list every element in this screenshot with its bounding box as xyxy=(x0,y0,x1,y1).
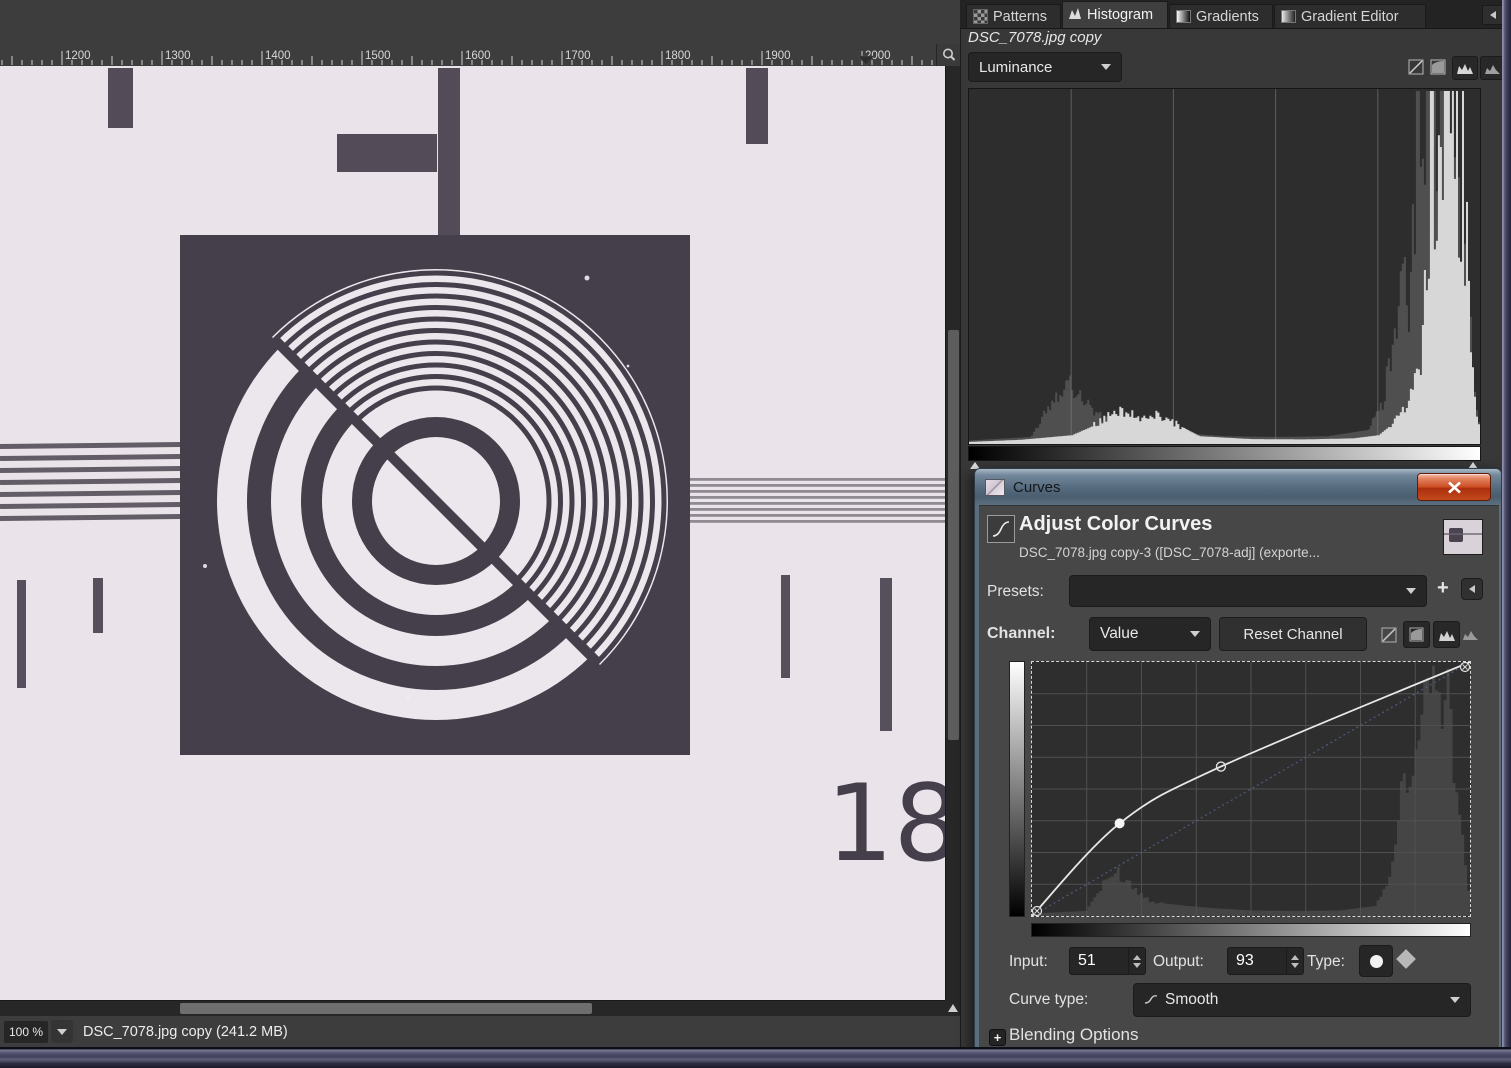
tab-patterns[interactable]: Patterns xyxy=(966,4,1061,28)
curves-dialog: Curves Adjust Color Curves DSC_7078.jpg … xyxy=(974,468,1502,1068)
menu-arrow-icon xyxy=(1469,585,1475,593)
histogram-icon xyxy=(1069,7,1082,24)
histogram-color-toggle-button[interactable] xyxy=(1480,56,1504,80)
zoom-level-field[interactable]: 100 % xyxy=(4,1021,48,1043)
navigation-preview-button[interactable] xyxy=(945,1000,960,1016)
tab-label: Gradient Editor xyxy=(1301,9,1399,25)
zoom-follow-window-button[interactable] xyxy=(936,44,961,67)
test-chart-image: 18 xyxy=(0,66,945,1000)
svg-text:1700: 1700 xyxy=(565,50,591,62)
histogram-toggle-button[interactable] xyxy=(1433,621,1460,648)
dock-menu-icon xyxy=(1490,11,1496,19)
curve-editor[interactable] xyxy=(1031,661,1471,917)
svg-text:1500: 1500 xyxy=(365,50,391,62)
preset-menu-button[interactable] xyxy=(1461,578,1483,600)
tab-label: Patterns xyxy=(993,9,1047,25)
logarithmic-histogram-button[interactable] xyxy=(1403,621,1430,648)
input-gradient-strip xyxy=(1031,923,1471,937)
horizontal-scrollbar-handle[interactable] xyxy=(180,1003,592,1014)
curve-type-label: Curve type: xyxy=(1009,991,1088,1009)
svg-text:1200: 1200 xyxy=(65,50,91,62)
channel-select-value: Luminance xyxy=(979,59,1052,76)
tab-gradient-editor[interactable]: Gradient Editor xyxy=(1274,4,1426,28)
add-preset-button[interactable] xyxy=(1437,581,1449,599)
close-icon xyxy=(1447,481,1462,494)
svg-text:1400: 1400 xyxy=(265,50,291,62)
reset-channel-button[interactable]: Reset Channel xyxy=(1219,617,1367,651)
smooth-curve-icon xyxy=(1144,994,1158,1006)
output-label: Output: xyxy=(1153,953,1204,971)
close-button[interactable] xyxy=(1417,473,1491,501)
chevron-down-icon xyxy=(1406,588,1416,594)
dialog-title: Curves xyxy=(1013,479,1061,496)
dock-tab-bar: Patterns Histogram Gradients Gradient Ed… xyxy=(960,0,1502,29)
output-spin-arrows[interactable] xyxy=(1286,948,1303,974)
histogram-image-name: DSC_7078.jpg copy xyxy=(968,29,1101,46)
curve-type-combo[interactable]: Smooth xyxy=(1133,983,1471,1017)
dialog-subtitle: DSC_7078.jpg copy-3 ([DSC_7078-adj] (exp… xyxy=(1019,545,1435,560)
vertical-scrollbar[interactable] xyxy=(945,66,961,1000)
status-bar: 100 % DSC_7078.jpg copy (241.2 MB) xyxy=(0,1016,960,1047)
chevron-down-icon xyxy=(1101,64,1111,70)
histogram-bw-toggle-button[interactable] xyxy=(1452,56,1478,80)
curves-tool-icon xyxy=(987,515,1015,543)
status-file-label: DSC_7078.jpg copy (241.2 MB) xyxy=(83,1024,288,1040)
svg-text:18: 18 xyxy=(826,762,945,885)
blending-options-label: Blending Options xyxy=(1009,1025,1138,1045)
input-value[interactable]: 51 xyxy=(1070,948,1128,974)
point-type-smooth-button[interactable] xyxy=(1359,945,1393,977)
svg-text:1800: 1800 xyxy=(665,50,691,62)
output-value[interactable]: 93 xyxy=(1228,948,1286,974)
chevron-down-icon xyxy=(57,1029,67,1035)
magnifier-icon xyxy=(941,47,957,63)
blending-options-expander[interactable] xyxy=(989,1029,1006,1046)
curve-type-value: Smooth xyxy=(1165,991,1218,1009)
tab-label: Histogram xyxy=(1087,7,1153,23)
chevron-down-icon xyxy=(1450,997,1460,1003)
tab-gradients[interactable]: Gradients xyxy=(1169,4,1273,28)
linear-histogram-icon[interactable] xyxy=(1381,627,1397,648)
image-viewport[interactable]: 18 xyxy=(0,66,945,1000)
histogram-gradient-bar xyxy=(968,446,1481,461)
patterns-icon xyxy=(973,9,988,24)
chevron-down-icon xyxy=(1190,631,1200,637)
svg-text:1300: 1300 xyxy=(165,50,191,62)
logarithmic-histogram-icon[interactable] xyxy=(1430,59,1446,75)
tab-histogram[interactable]: Histogram xyxy=(1062,1,1168,28)
dock-menu-button[interactable] xyxy=(1482,5,1504,25)
tab-label: Gradients xyxy=(1196,9,1259,25)
horizontal-scrollbar[interactable] xyxy=(0,1000,945,1017)
smooth-point-icon xyxy=(1370,955,1383,968)
linear-histogram-icon[interactable] xyxy=(1408,59,1424,75)
horizontal-ruler[interactable]: 120013001400150016001700180019002000 xyxy=(0,44,945,66)
channel-value: Value xyxy=(1100,625,1139,643)
histogram-channel-select[interactable]: Luminance xyxy=(968,52,1122,82)
histogram-plot xyxy=(968,88,1481,445)
type-label: Type: xyxy=(1307,953,1345,971)
curves-window-icon xyxy=(985,479,1005,496)
channel-label: Channel: xyxy=(987,625,1055,643)
presets-label: Presets: xyxy=(987,583,1044,601)
histogram-alt-icon[interactable] xyxy=(1463,627,1478,645)
window-frame-bottom xyxy=(0,1047,1511,1068)
output-spinbox[interactable]: 93 xyxy=(1227,947,1304,975)
svg-text:1600: 1600 xyxy=(465,50,491,62)
gradients-icon xyxy=(1176,10,1191,23)
window-frame-right xyxy=(1502,0,1511,1068)
image-thumbnail xyxy=(1443,519,1483,555)
dialog-titlebar[interactable]: Curves xyxy=(975,469,1501,505)
input-label: Input: xyxy=(1009,953,1048,971)
channel-combo[interactable]: Value xyxy=(1089,617,1211,651)
navigation-icon xyxy=(948,1004,958,1012)
svg-text:1900: 1900 xyxy=(765,50,791,62)
vertical-scrollbar-handle[interactable] xyxy=(948,330,959,740)
gimp-window: 120013001400150016001700180019002000 18 … xyxy=(0,0,1511,1068)
input-spinbox[interactable]: 51 xyxy=(1069,947,1146,975)
gradient-editor-icon xyxy=(1281,10,1296,23)
output-gradient-strip xyxy=(1009,661,1025,917)
input-spin-arrows[interactable] xyxy=(1128,948,1145,974)
presets-combo[interactable] xyxy=(1069,575,1427,607)
dialog-heading: Adjust Color Curves xyxy=(1019,513,1212,536)
zoom-dropdown-button[interactable] xyxy=(51,1020,73,1043)
